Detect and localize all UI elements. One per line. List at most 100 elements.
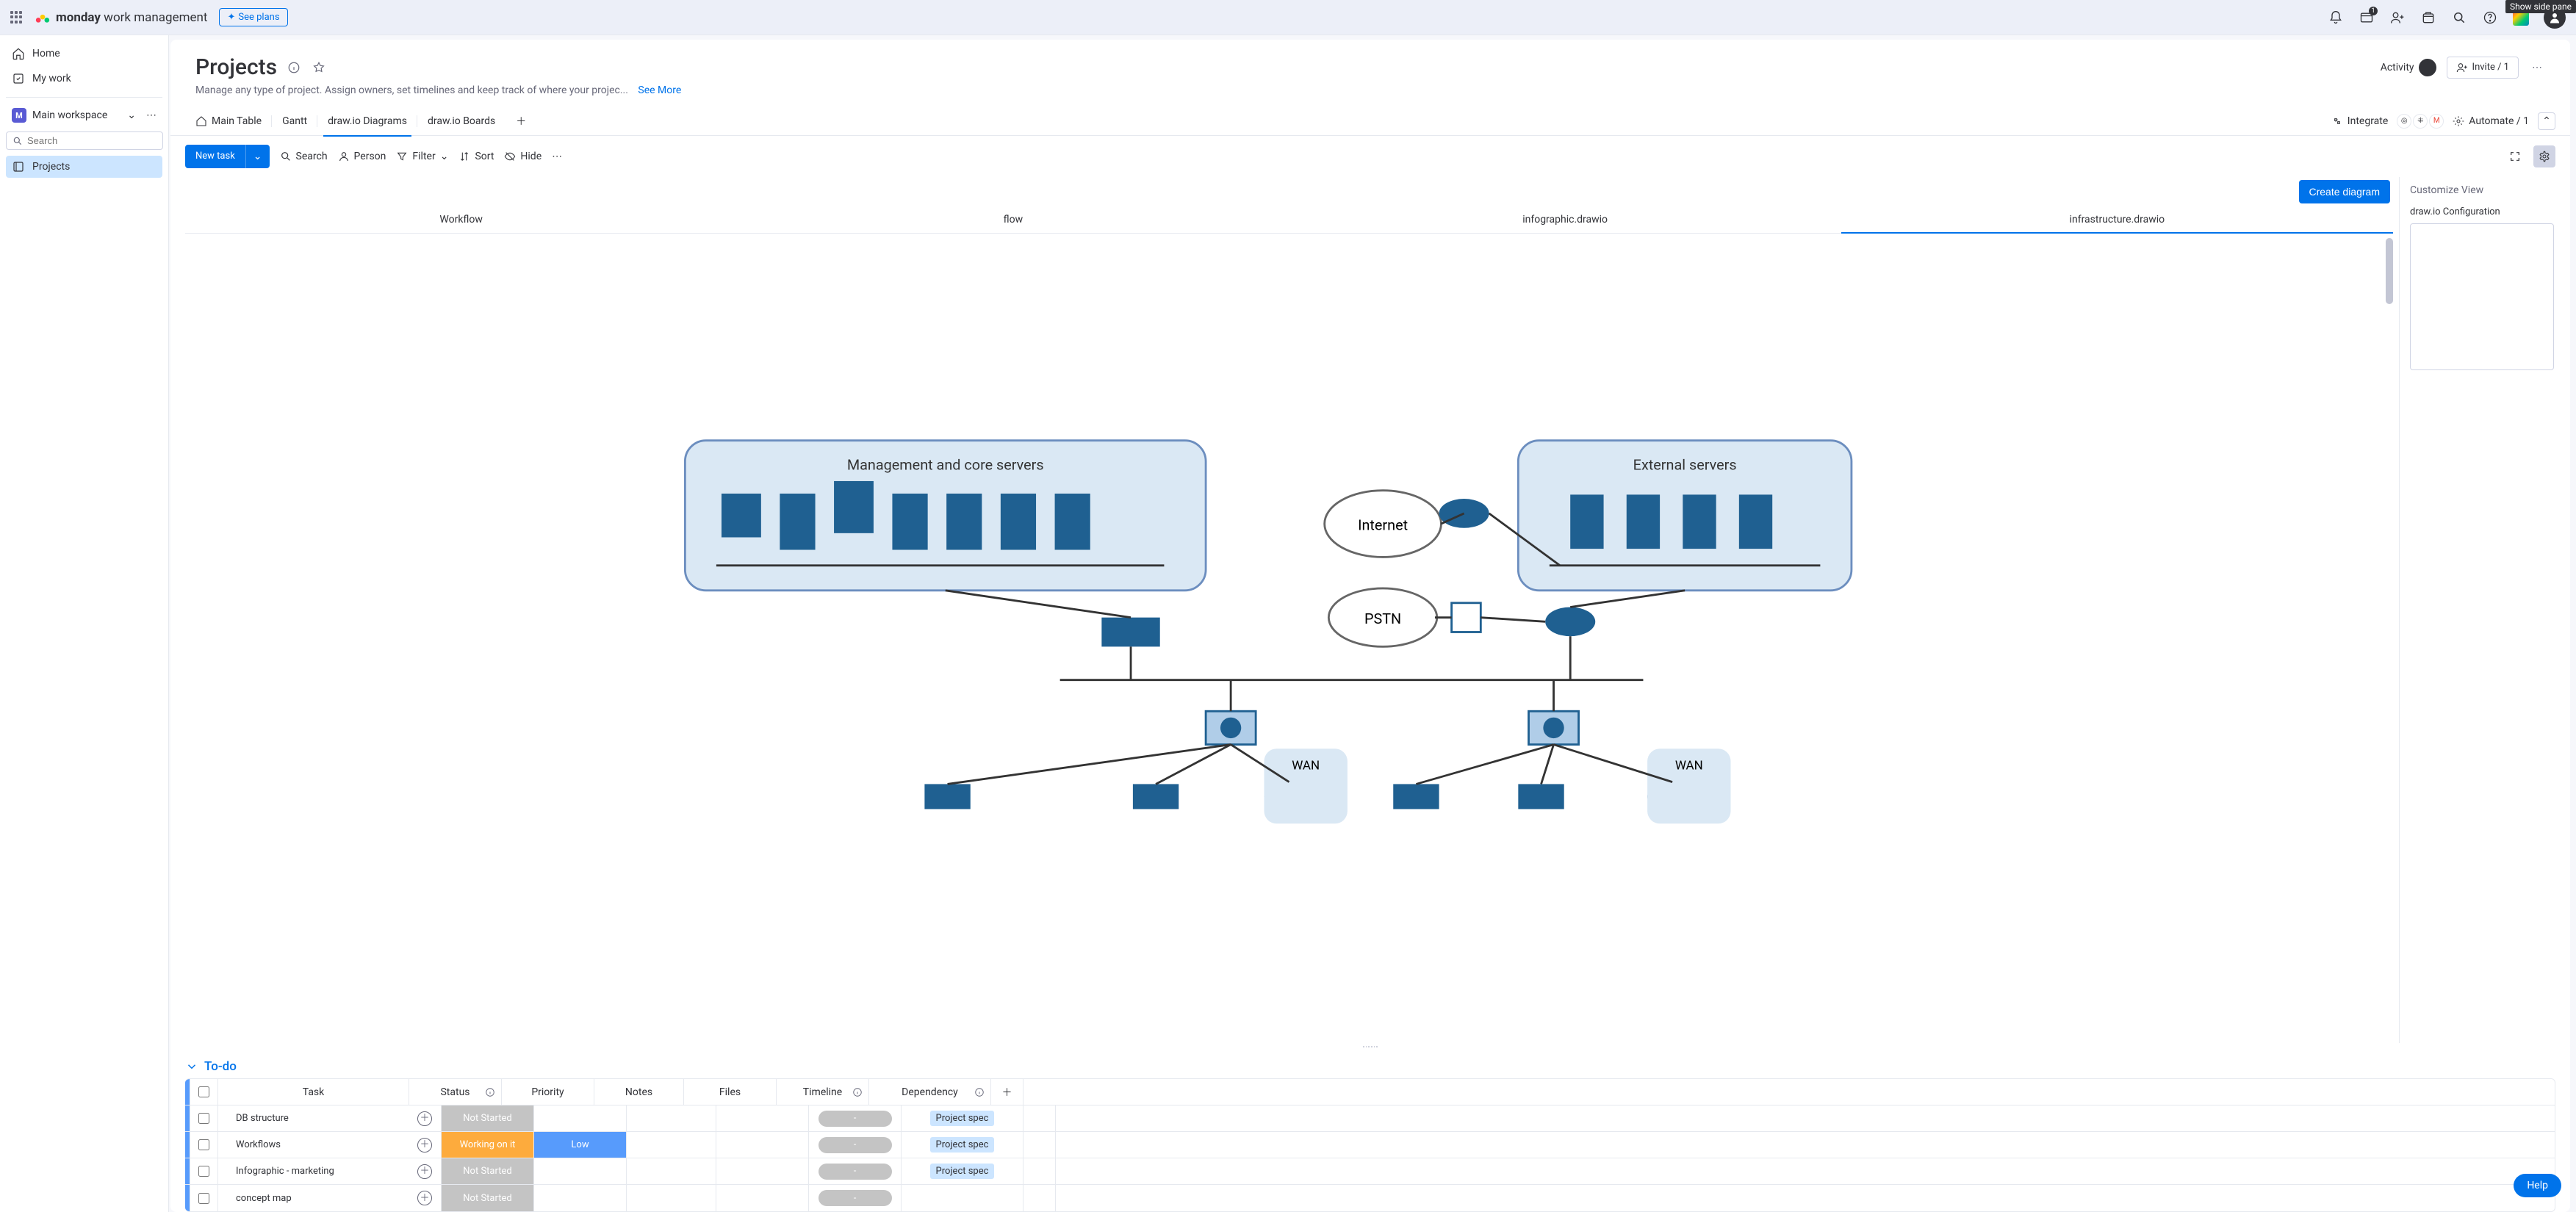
col-notes[interactable]: Notes [594,1079,683,1105]
status-cell[interactable]: Working on it [441,1132,533,1158]
files-cell[interactable] [716,1185,808,1211]
timeline-cell[interactable]: - [808,1185,901,1211]
open-item-icon[interactable]: ＋ [417,1111,432,1126]
row-checkbox[interactable] [198,1193,209,1204]
dependency-cell[interactable]: Project spec [901,1158,1023,1184]
files-cell[interactable] [716,1132,808,1158]
col-timeline[interactable]: Timeline [776,1079,868,1105]
open-item-icon[interactable]: ＋ [417,1164,432,1179]
drawio-config-input[interactable] [2410,223,2554,370]
task-name-cell[interactable]: DB structure [217,1105,409,1131]
notes-cell[interactable] [626,1105,716,1131]
nav-mywork[interactable]: My work [6,68,162,90]
task-name-cell[interactable]: Infographic - marketing [217,1158,409,1184]
automate-button[interactable]: Automate / 1 [2453,115,2529,127]
dependency-cell[interactable]: Project spec [901,1105,1023,1131]
apps-menu-icon[interactable] [10,11,24,24]
see-more-link[interactable]: See More [638,84,681,96]
add-view-button[interactable]: ＋ [506,107,536,136]
brand[interactable]: monday work management [35,10,207,25]
nav-search[interactable] [6,131,163,150]
diagram-tab-workflow[interactable]: Workflow [185,206,737,233]
activity-button[interactable]: Activity [2381,59,2436,76]
info-icon[interactable] [286,59,302,76]
invite-button[interactable]: Invite / 1 [2447,57,2519,79]
row-checkbox[interactable] [198,1166,209,1177]
toolbar-more-icon[interactable]: ⋯ [552,151,562,162]
new-task-button[interactable]: New task ⌄ [185,145,270,168]
diagram-scrollbar[interactable] [2386,238,2393,304]
priority-cell[interactable]: Low [533,1132,626,1158]
toolbar-sort[interactable]: Sort [458,151,494,162]
timeline-cell[interactable]: - [808,1105,901,1131]
toolbar-filter[interactable]: Filter⌄ [396,151,448,162]
tab-drawio-boards[interactable]: draw.io Boards [417,107,506,136]
nav-search-input[interactable] [27,135,156,146]
board-item-projects[interactable]: Projects [6,156,162,178]
row-checkbox[interactable] [198,1139,209,1150]
see-plans-button[interactable]: ✦ See plans [219,8,287,26]
invite-members-icon[interactable] [2389,10,2406,26]
tab-main-table[interactable]: Main Table [185,107,272,136]
row-checkbox[interactable] [198,1113,209,1124]
workspace-menu-icon[interactable]: ⋯ [146,109,156,121]
col-files[interactable]: Files [683,1079,776,1105]
col-task[interactable]: Task [217,1079,409,1105]
diagram-tab-infrastructure[interactable]: infrastructure.drawio [1841,206,2393,233]
tab-gantt[interactable]: Gantt [272,107,317,136]
table-row[interactable]: concept map ＋ Not Started - [185,1185,2555,1211]
marketplace-icon[interactable] [2420,10,2436,26]
col-status[interactable]: Status [409,1079,501,1105]
favorite-icon[interactable] [311,59,327,76]
add-column-button[interactable]: ＋ [990,1079,1023,1105]
dependency-cell[interactable] [901,1185,1023,1211]
group-header[interactable]: To-do [185,1055,2555,1078]
collapse-header-button[interactable]: ⌃ [2538,112,2555,130]
help-button[interactable]: Help [2514,1174,2561,1197]
fullscreen-icon[interactable] [2504,145,2526,167]
timeline-cell[interactable]: - [808,1132,901,1158]
status-cell[interactable]: Not Started [441,1185,533,1211]
diagram-tab-infographic[interactable]: infographic.drawio [1289,206,1841,233]
inbox-icon[interactable]: 1 [2359,10,2375,26]
help-icon[interactable] [2482,10,2498,26]
dependency-cell[interactable]: Project spec [901,1132,1023,1158]
status-cell[interactable]: Not Started [441,1105,533,1131]
notifications-icon[interactable] [2328,10,2344,26]
open-item-icon[interactable]: ＋ [417,1138,432,1153]
priority-cell[interactable] [533,1158,626,1184]
table-row[interactable]: Infographic - marketing ＋ Not Started - … [185,1158,2555,1185]
col-dependency[interactable]: Dependency [868,1079,990,1105]
integrate-button[interactable]: Integrate [2331,115,2389,127]
table-row[interactable]: Workflows ＋ Working on it Low - Project … [185,1132,2555,1158]
board-menu-icon[interactable]: ⋯ [2529,59,2545,76]
table-row[interactable]: DB structure ＋ Not Started - Project spe… [185,1105,2555,1132]
files-cell[interactable] [716,1105,808,1131]
integration-icons[interactable]: ◎⁜M [2397,114,2444,129]
col-priority[interactable]: Priority [501,1079,594,1105]
files-cell[interactable] [716,1158,808,1184]
priority-cell[interactable] [533,1185,626,1211]
notes-cell[interactable] [626,1132,716,1158]
task-name-cell[interactable]: concept map [217,1185,409,1211]
open-item-icon[interactable]: ＋ [417,1191,432,1205]
priority-cell[interactable] [533,1105,626,1131]
notes-cell[interactable] [626,1158,716,1184]
nav-home[interactable]: Home [6,43,162,65]
task-name-cell[interactable]: Workflows [217,1132,409,1158]
new-task-dropdown[interactable]: ⌄ [245,145,270,168]
toolbar-search[interactable]: Search [280,151,328,162]
create-diagram-button[interactable]: Create diagram [2299,180,2391,203]
panel-resize-handle[interactable] [170,1043,2570,1050]
select-all-checkbox[interactable] [198,1086,209,1097]
notes-cell[interactable] [626,1185,716,1211]
toolbar-hide[interactable]: Hide [504,151,542,162]
status-cell[interactable]: Not Started [441,1158,533,1184]
diagram-canvas[interactable]: Management and core servers External ser… [185,234,2393,1043]
workspace-selector[interactable]: M Main workspace ⌄ ⋯ [6,105,162,126]
toolbar-person[interactable]: Person [338,151,386,162]
timeline-cell[interactable]: - [808,1158,901,1184]
search-everything-icon[interactable] [2451,10,2467,26]
tab-drawio-diagrams[interactable]: draw.io Diagrams [317,107,417,136]
diagram-tab-flow[interactable]: flow [737,206,1289,233]
